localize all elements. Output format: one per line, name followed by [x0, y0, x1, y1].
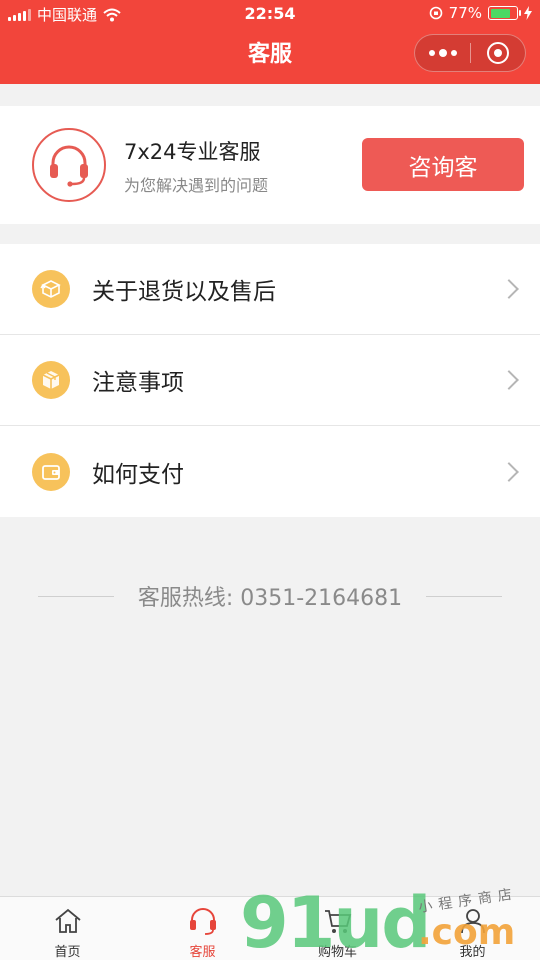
chevron-right-icon	[499, 461, 519, 482]
chevron-right-icon	[499, 370, 519, 390]
orientation-lock-icon	[429, 6, 442, 20]
miniprogram-capsule	[414, 34, 526, 72]
home-icon	[54, 908, 81, 933]
menu-item-label: 注意事项	[92, 370, 184, 396]
close-miniprogram-button[interactable]	[471, 35, 525, 71]
menu-item-return[interactable]: 关于退货以及售后	[0, 244, 540, 335]
more-button[interactable]	[415, 35, 470, 71]
wallet-icon	[32, 452, 70, 491]
battery-percent: 77%	[448, 4, 482, 22]
headset-icon	[50, 145, 88, 187]
hotline-divider-left	[37, 595, 114, 597]
status-bar: 中国联通 22:54 77%	[0, 0, 540, 28]
box-icon	[32, 361, 70, 399]
chevron-right-icon	[499, 279, 519, 299]
charging-icon	[524, 6, 532, 20]
tab-cart[interactable]: 购物车	[270, 897, 405, 960]
status-right: 77%	[429, 4, 532, 22]
tab-label: 我的	[459, 945, 486, 960]
menu-item-payment[interactable]: 如何支付	[0, 426, 540, 517]
more-dot-icon	[438, 49, 447, 57]
battery-fill	[490, 8, 510, 18]
battery-icon	[488, 6, 521, 20]
more-dot-icon	[450, 50, 457, 56]
menu-item-label: 关于退货以及售后	[92, 279, 276, 305]
service-subtitle: 为您解决遇到的问题	[124, 176, 269, 195]
more-dot-icon	[428, 50, 435, 56]
headset-icon	[189, 908, 216, 935]
cart-icon	[324, 910, 351, 933]
user-icon	[460, 909, 485, 934]
tab-label: 购物车	[317, 945, 357, 960]
tab-label: 首页	[54, 945, 81, 960]
menu-item-label: 如何支付	[92, 461, 184, 488]
hotline: 客服热线: 0351-2164681	[0, 580, 540, 612]
service-title: 7x24专业客服	[124, 140, 261, 164]
tab-mine[interactable]: 我的	[405, 897, 540, 960]
tab-label: 客服	[189, 945, 216, 960]
tab-service[interactable]: 客服	[135, 897, 270, 960]
package-return-icon	[32, 270, 70, 308]
hotline-text: 客服热线: 0351-2164681	[137, 586, 403, 611]
menu-item-notes[interactable]: 注意事项	[0, 335, 540, 426]
help-menu: 关于退货以及售后 注意事项 如何支付	[0, 244, 540, 517]
hotline-divider-right	[426, 595, 503, 597]
service-avatar	[32, 128, 106, 202]
tab-bar: 首页 客服 购物车 我的	[0, 896, 540, 960]
consult-button[interactable]: 咨询客	[362, 138, 524, 191]
top-bar: 中国联通 22:54 77% 客服	[0, 0, 540, 84]
target-icon	[486, 42, 509, 64]
tab-home[interactable]: 首页	[0, 897, 135, 960]
